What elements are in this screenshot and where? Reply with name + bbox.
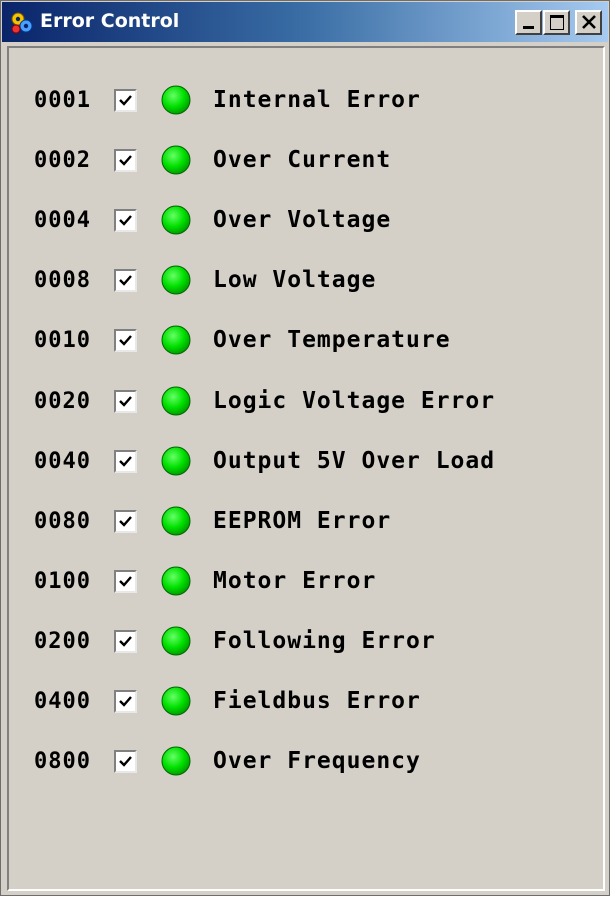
error-control-window: Error Control 0001 Internal Error 0002 O… (0, 0, 610, 896)
error-row: 0010 Over Temperature (9, 320, 599, 360)
checkmark-icon (119, 516, 132, 527)
error-code: 0010 (34, 328, 91, 353)
maximize-icon (550, 15, 564, 30)
checkmark-icon (119, 456, 132, 467)
error-row: 0020 Logic Voltage Error (9, 381, 599, 421)
error-code: 0040 (34, 449, 91, 474)
error-row: 0080 EEPROM Error (9, 501, 599, 541)
checkmark-icon (119, 696, 132, 707)
error-label: Logic Voltage Error (213, 388, 496, 414)
checkmark-icon (119, 335, 132, 346)
error-label: Following Error (213, 628, 436, 654)
error-label: Output 5V Over Load (213, 448, 496, 474)
error-row: 0001 Internal Error (9, 80, 599, 120)
status-led-icon (161, 205, 191, 235)
error-enable-checkbox[interactable] (114, 570, 137, 593)
checkmark-icon (119, 215, 132, 226)
error-row: 0002 Over Current (9, 140, 599, 180)
checkmark-icon (119, 155, 132, 166)
error-code: 0004 (34, 208, 91, 233)
error-code: 0100 (34, 569, 91, 594)
error-enable-checkbox[interactable] (114, 690, 137, 713)
checkmark-icon (119, 275, 132, 286)
error-code: 0400 (34, 689, 91, 714)
status-led-icon (161, 566, 191, 596)
error-code: 0800 (34, 749, 91, 774)
error-label: Over Frequency (213, 748, 421, 774)
checkmark-icon (119, 636, 132, 647)
error-enable-checkbox[interactable] (114, 329, 137, 352)
error-label: Over Voltage (213, 207, 392, 233)
checkmark-icon (119, 756, 132, 767)
maximize-button[interactable] (543, 10, 570, 35)
title-bar[interactable]: Error Control (2, 2, 608, 42)
status-led-icon (161, 686, 191, 716)
error-row: 0008 Low Voltage (9, 260, 599, 300)
error-row: 0400 Fieldbus Error (9, 681, 599, 721)
error-list-panel: 0001 Internal Error 0002 Over Current 00… (7, 46, 605, 891)
error-code: 0002 (34, 148, 91, 173)
error-enable-checkbox[interactable] (114, 630, 137, 653)
checkmark-icon (119, 396, 132, 407)
status-led-icon (161, 626, 191, 656)
status-led-icon (161, 386, 191, 416)
gears-icon (11, 12, 33, 34)
error-code: 0001 (34, 88, 91, 113)
error-enable-checkbox[interactable] (114, 209, 137, 232)
error-enable-checkbox[interactable] (114, 510, 137, 533)
checkmark-icon (119, 576, 132, 587)
error-label: Low Voltage (213, 267, 377, 293)
error-enable-checkbox[interactable] (114, 89, 137, 112)
status-led-icon (161, 265, 191, 295)
status-led-icon (161, 145, 191, 175)
error-label: Fieldbus Error (213, 688, 421, 714)
error-enable-checkbox[interactable] (114, 390, 137, 413)
error-label: Motor Error (213, 568, 377, 594)
minimize-button[interactable] (515, 10, 542, 35)
error-enable-checkbox[interactable] (114, 149, 137, 172)
error-row: 0040 Output 5V Over Load (9, 441, 599, 481)
status-led-icon (161, 325, 191, 355)
status-led-icon (161, 446, 191, 476)
error-code: 0020 (34, 389, 91, 414)
error-label: EEPROM Error (213, 508, 392, 534)
close-icon (582, 15, 596, 29)
error-row: 0800 Over Frequency (9, 741, 599, 781)
window-title: Error Control (40, 10, 180, 32)
minimize-icon (523, 26, 534, 29)
status-led-icon (161, 506, 191, 536)
error-label: Over Temperature (213, 327, 451, 353)
error-code: 0200 (34, 629, 91, 654)
checkmark-icon (119, 95, 132, 106)
status-led-icon (161, 85, 191, 115)
error-row: 0100 Motor Error (9, 561, 599, 601)
error-enable-checkbox[interactable] (114, 450, 137, 473)
error-row: 0200 Following Error (9, 621, 599, 661)
error-label: Internal Error (213, 87, 421, 113)
error-code: 0008 (34, 268, 91, 293)
error-code: 0080 (34, 509, 91, 534)
error-label: Over Current (213, 147, 392, 173)
error-enable-checkbox[interactable] (114, 269, 137, 292)
error-row: 0004 Over Voltage (9, 200, 599, 240)
status-led-icon (161, 746, 191, 776)
close-button[interactable] (575, 10, 602, 35)
error-enable-checkbox[interactable] (114, 750, 137, 773)
